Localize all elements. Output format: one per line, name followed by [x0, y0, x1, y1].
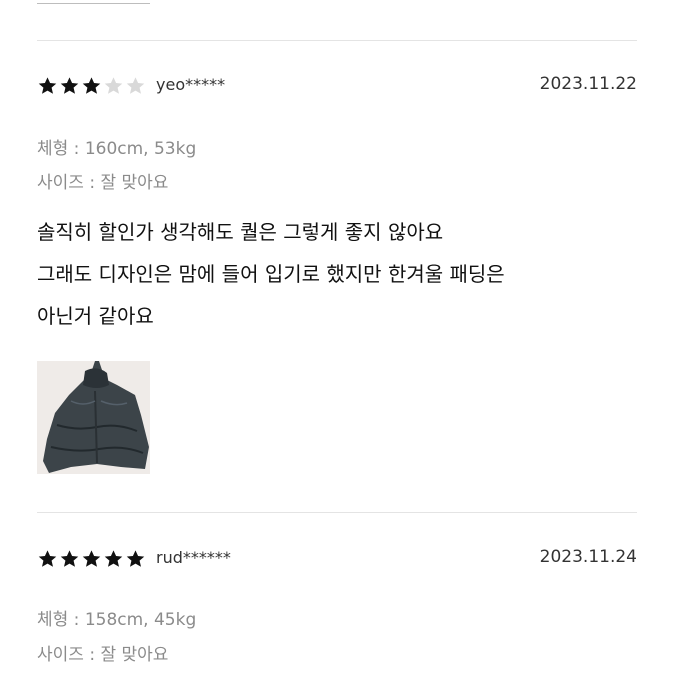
reviewer-name: yeo***** — [156, 75, 226, 94]
review-date: 2023.11.22 — [539, 74, 637, 94]
star-icon — [126, 550, 145, 567]
size-info: 사이즈 : 잘 맞아요 — [37, 645, 169, 665]
review-photo[interactable] — [37, 361, 150, 474]
star-icon — [38, 77, 57, 94]
star-icon — [104, 550, 123, 567]
review-divider — [37, 40, 637, 41]
rating-stars — [37, 549, 146, 569]
star-icon — [104, 77, 123, 94]
review-text-line: 솔직히 할인가 생각해도 퀄은 그렇게 좋지 않아요 — [37, 220, 444, 244]
review-text-line: 아닌거 같아요 — [37, 304, 154, 328]
review-text: 솔직히 할인가 생각해도 퀄은 그렇게 좋지 않아요 그래도 디자인은 맘에 들… — [37, 211, 505, 337]
star-icon — [82, 77, 101, 94]
size-info: 사이즈 : 잘 맞아요 — [37, 173, 169, 193]
star-icon — [60, 77, 79, 94]
star-icon — [38, 550, 57, 567]
reviewer-name: rud****** — [156, 548, 231, 567]
review-date: 2023.11.24 — [539, 547, 637, 567]
review-meta: yeo***** 2023.11.22 — [37, 74, 637, 98]
star-icon — [82, 550, 101, 567]
previous-review-photo-edge — [37, 0, 150, 4]
padded-jacket-photo — [37, 361, 150, 474]
review-divider — [37, 512, 637, 513]
body-info: 체형 : 160cm, 53kg — [37, 139, 197, 159]
review-text-line: 그래도 디자인은 맘에 들어 입기로 했지만 한겨울 패딩은 — [37, 262, 505, 286]
rating-stars — [37, 76, 146, 96]
star-icon — [126, 77, 145, 94]
review-meta: rud****** 2023.11.24 — [37, 547, 637, 571]
star-icon — [60, 550, 79, 567]
body-info: 체형 : 158cm, 45kg — [37, 610, 197, 630]
